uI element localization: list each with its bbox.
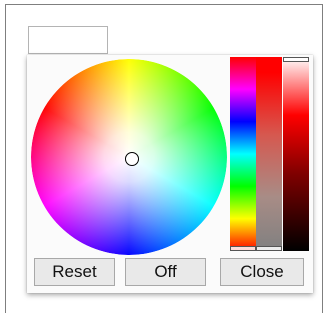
hue-slider[interactable]	[230, 57, 256, 251]
saturation-slider[interactable]	[256, 57, 282, 251]
brightness-slider-handle[interactable]	[283, 57, 309, 62]
reset-button[interactable]: Reset	[34, 258, 115, 286]
brightness-slider[interactable]	[283, 57, 309, 251]
color-value-input[interactable]	[28, 26, 108, 54]
color-wheel-handle[interactable]	[125, 152, 139, 166]
color-picker-panel: Reset Off Close	[27, 55, 313, 293]
close-button[interactable]: Close	[220, 258, 304, 286]
color-wheel[interactable]	[31, 59, 227, 255]
saturation-slider-handle[interactable]	[256, 246, 282, 251]
hue-slider-handle[interactable]	[230, 246, 256, 251]
off-button[interactable]: Off	[125, 258, 206, 286]
